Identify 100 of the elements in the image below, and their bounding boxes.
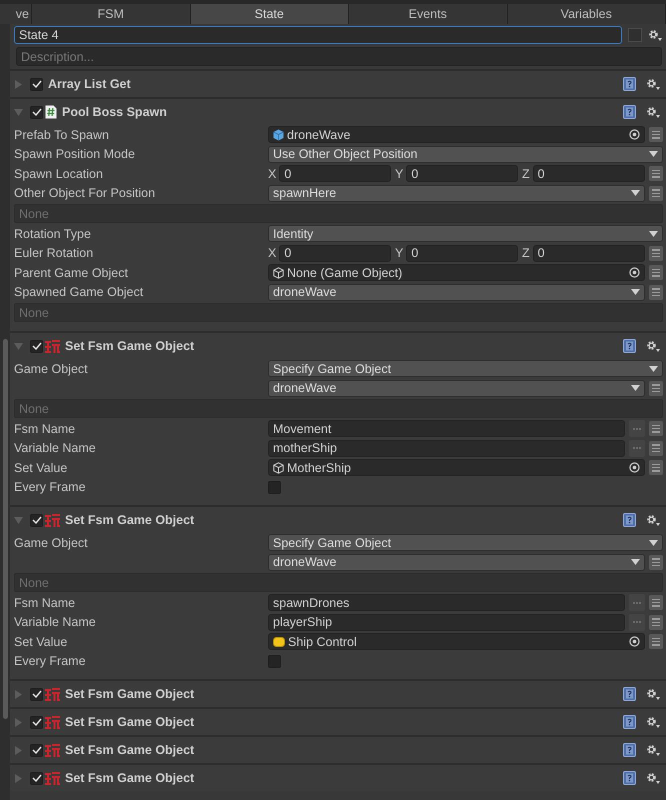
help-book-icon[interactable] <box>623 105 636 119</box>
checkbox[interactable] <box>268 654 281 668</box>
dropdown[interactable]: Specify Game Object <box>268 534 663 552</box>
number-field[interactable]: 0 <box>532 244 645 262</box>
field-label: Other Object For Position <box>14 186 156 200</box>
checkbox[interactable] <box>30 688 43 700</box>
number-field[interactable]: 0 <box>279 165 391 182</box>
checkbox[interactable] <box>30 772 43 784</box>
variable-menu-button[interactable] <box>649 246 663 261</box>
text-field[interactable]: spawnDrones <box>268 594 625 612</box>
settings-icon[interactable] <box>646 106 660 118</box>
object-field[interactable]: None (Game Object) <box>268 264 645 282</box>
settings-icon[interactable] <box>646 716 660 728</box>
help-book-icon[interactable] <box>623 77 636 91</box>
settings-icon[interactable] <box>646 340 660 352</box>
tab[interactable]: Variables <box>508 4 666 24</box>
scrollbar-thumb[interactable] <box>2 339 8 719</box>
field-label: Spawned Game Object <box>14 285 144 300</box>
settings-icon[interactable] <box>646 514 660 526</box>
variable-menu-button[interactable] <box>649 265 663 280</box>
help-book-icon[interactable] <box>623 715 636 729</box>
checkbox[interactable] <box>30 744 43 756</box>
object-picker-icon[interactable] <box>629 636 640 648</box>
variable-menu-button[interactable] <box>649 284 663 300</box>
help-book-icon[interactable] <box>623 687 636 701</box>
number-field[interactable]: 0 <box>406 165 518 182</box>
number-field[interactable]: 0 <box>406 244 518 262</box>
variable-menu-button[interactable] <box>649 460 663 476</box>
action-title[interactable]: Pool Boss Spawn <box>62 105 167 119</box>
help-book-icon[interactable] <box>623 339 636 353</box>
number-field[interactable]: 0 <box>532 165 645 182</box>
object-picker-icon[interactable] <box>629 267 640 278</box>
tab[interactable]: FSM <box>32 4 190 24</box>
dropdown[interactable]: droneWave <box>268 284 645 301</box>
dropdown[interactable]: spawnHere <box>268 184 645 202</box>
variable-menu-button[interactable] <box>649 166 663 182</box>
axis-label: Y <box>395 166 404 181</box>
variable-menu-button[interactable] <box>649 380 663 396</box>
dropdown-arrow-icon <box>649 230 658 237</box>
object-field[interactable]: Ship Control <box>268 633 645 650</box>
help-book-icon[interactable] <box>623 771 636 785</box>
dropdown[interactable]: Specify Game Object <box>268 360 663 378</box>
field-label: Parent Game Object <box>14 266 129 280</box>
settings-icon[interactable] <box>646 744 660 756</box>
text-field[interactable]: Movement <box>268 420 625 438</box>
settings-icon[interactable] <box>646 78 660 90</box>
action-title[interactable]: Array List Get <box>48 77 131 91</box>
none-field: None <box>14 399 663 418</box>
variable-menu-button[interactable] <box>649 421 663 436</box>
color-swatch[interactable] <box>628 28 642 42</box>
action-title[interactable]: Set Fsm Game Object <box>65 687 194 701</box>
dropdown[interactable]: Identity <box>268 225 663 242</box>
settings-icon[interactable] <box>646 688 660 700</box>
checkbox[interactable] <box>30 514 43 526</box>
variable-menu-button[interactable] <box>649 634 663 650</box>
cube-icon <box>273 128 284 141</box>
variable-menu-button[interactable] <box>649 614 663 630</box>
text-field[interactable]: motherShip <box>268 440 625 457</box>
axis-label: X <box>268 166 276 181</box>
object-picker-icon[interactable] <box>629 129 640 140</box>
variable-menu-button[interactable] <box>649 595 663 610</box>
text-field[interactable]: playerShip <box>268 614 625 631</box>
none-field: None <box>14 573 663 592</box>
action-title[interactable]: Set Fsm Game Object <box>65 513 194 527</box>
variable-menu-button[interactable] <box>649 554 663 570</box>
object-field[interactable]: MotherShip <box>268 459 645 476</box>
checkbox[interactable] <box>30 106 43 118</box>
settings-icon[interactable] <box>648 28 662 42</box>
variable-menu-button[interactable] <box>649 127 663 142</box>
object-field[interactable]: droneWave <box>268 126 645 144</box>
field-label: Every Frame <box>14 480 87 494</box>
action-title[interactable]: Set Fsm Game Object <box>65 771 194 785</box>
checkbox[interactable] <box>30 716 43 728</box>
more-button[interactable] <box>629 614 645 631</box>
action-title[interactable]: Set Fsm Game Object <box>65 339 194 353</box>
more-button[interactable] <box>629 594 645 612</box>
dropdown[interactable]: droneWave <box>268 554 645 571</box>
state-name-field[interactable]: State 4 <box>14 26 622 44</box>
action-title[interactable]: Set Fsm Game Object <box>65 743 194 757</box>
checkbox[interactable] <box>268 480 281 494</box>
more-button[interactable] <box>629 420 645 438</box>
checkbox[interactable] <box>30 78 43 90</box>
action-title[interactable]: Set Fsm Game Object <box>65 715 194 729</box>
more-button[interactable] <box>629 440 645 457</box>
dropdown-arrow-icon <box>631 559 640 566</box>
help-book-icon[interactable] <box>623 513 636 527</box>
dropdown[interactable]: droneWave <box>268 380 645 397</box>
tab[interactable]: State <box>190 4 349 24</box>
checkbox[interactable] <box>30 340 43 352</box>
tab[interactable]: ve <box>0 4 32 24</box>
settings-icon[interactable] <box>646 772 660 784</box>
dropdown[interactable]: Use Other Object Position <box>268 146 663 163</box>
axis-label: X <box>268 246 276 260</box>
number-field[interactable]: 0 <box>279 244 391 262</box>
help-book-icon[interactable] <box>623 743 636 757</box>
tab[interactable]: Events <box>349 4 508 24</box>
object-picker-icon[interactable] <box>629 462 640 474</box>
dropdown-arrow-icon <box>649 151 658 158</box>
variable-menu-button[interactable] <box>649 186 663 201</box>
variable-menu-button[interactable] <box>649 440 663 456</box>
